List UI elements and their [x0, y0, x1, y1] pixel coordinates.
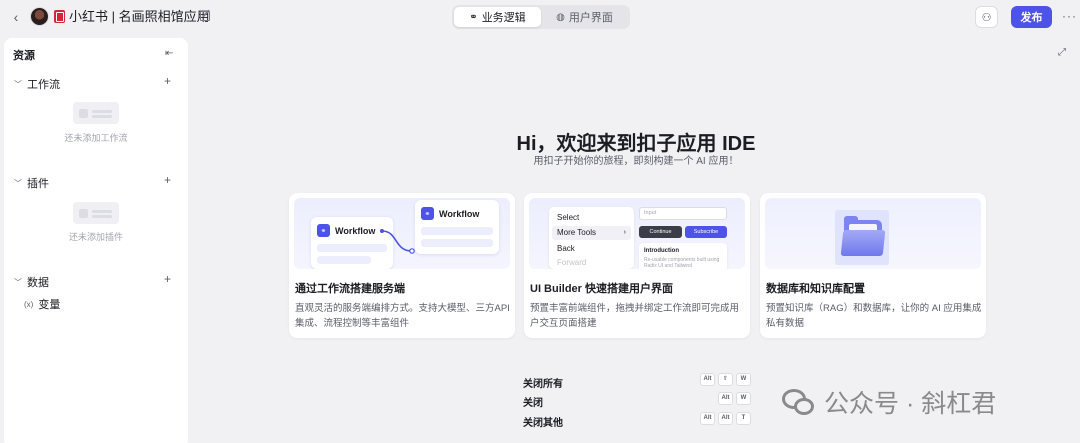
workflow-preview: ⚭ Workflow ⚭ Workflow — [294, 198, 510, 269]
key-cap: Alt — [718, 412, 733, 425]
continue-button-mock: Continue — [639, 226, 682, 238]
shortcut-label: 关闭 — [523, 398, 543, 409]
card-database-knowledge[interactable]: 数据库和知识库配置 预置知识库（RAG）和数据库，让你的 AI 应用集成私有数据 — [760, 193, 986, 338]
shortcut-label: 关闭其他 — [523, 418, 563, 429]
main-canvas: ⤢ Hi，欢迎来到扣子应用 IDE 用扣子开始你的旅程，即刻构建一个 AI 应用… — [192, 38, 1080, 443]
more-icon[interactable]: ··· — [1062, 9, 1077, 23]
empty-state-illustration — [73, 102, 119, 124]
card-title: UI Builder 快速搭建用户界面 — [530, 283, 674, 295]
watermark-text: 公众号 · 斜杠君 — [824, 390, 997, 418]
menu-mock: Select More Tools › Back Forward — [549, 207, 634, 269]
empty-state-text: 还未添加插件 — [68, 232, 123, 242]
app-avatar — [30, 7, 49, 26]
card-description: 直观灵活的服务端编排方式。支持大模型、三方API集成、流程控制等丰富组件 — [295, 303, 510, 329]
card-title: 数据库和知识库配置 — [766, 283, 865, 295]
menu-item: More Tools › — [552, 226, 631, 240]
menu-item: Back — [557, 244, 575, 253]
key-cap: Alt — [700, 412, 715, 425]
subscribe-button-mock: Subscribe — [685, 226, 727, 238]
database-preview — [765, 198, 981, 269]
variable-icon: (x) — [24, 299, 34, 309]
tab-label: 用户界面 — [568, 12, 613, 24]
menu-item-label: More Tools — [557, 228, 596, 237]
wechat-icon — [782, 387, 816, 417]
intro-title: Introduction — [644, 248, 679, 254]
add-data-button[interactable]: + — [164, 272, 171, 286]
sidebar-group-workflow[interactable]: ﹀ 工作流 — [14, 76, 60, 92]
shortcut-close-others: 关闭其他 Alt Alt T — [523, 412, 753, 430]
add-workflow-button[interactable]: + — [164, 74, 171, 88]
group-label: 数据 — [27, 277, 49, 289]
workflow-icon: ⚭ — [317, 224, 330, 237]
users-icon: ⚇ — [981, 11, 992, 24]
tab-label: 业务逻辑 — [481, 12, 526, 24]
palette-icon: ◍ — [556, 11, 565, 23]
hero-subtitle: 用扣子开始你的旅程，即刻构建一个 AI 应用！ — [533, 156, 739, 167]
back-arrow-icon[interactable]: ‹ — [9, 9, 23, 25]
edit-icon[interactable] — [200, 11, 210, 21]
key-cap: W — [736, 373, 751, 386]
shortcut-close: 关闭 Alt W — [523, 392, 753, 410]
collapse-sidebar-icon[interactable]: ⇤ — [165, 48, 173, 59]
input-mock: Input — [639, 207, 727, 220]
top-bar: ‹ 小红书 | 名画照相馆应用 ⚭ 业务逻辑 ◍ 用户界面 ⚇ 发布 ··· — [0, 0, 1080, 35]
tab-business-logic[interactable]: ⚭ 业务逻辑 — [454, 7, 541, 27]
sidebar-group-data[interactable]: ﹀ 数据 — [14, 274, 49, 290]
card-description: 预置丰富前端组件，拖拽并绑定工作流即可完成用户交互页面搭建 — [530, 303, 740, 329]
chevron-down-icon: ﹀ — [14, 79, 22, 89]
watermark: 公众号 · 斜杠君 — [782, 384, 996, 420]
menu-item: Select — [557, 213, 580, 222]
group-label: 工作流 — [27, 79, 60, 91]
sidebar-group-plugins[interactable]: ﹀ 插件 — [14, 175, 49, 191]
sidebar-title: 资源 — [13, 50, 35, 62]
empty-state-text: 还未添加工作流 — [64, 133, 128, 143]
ui-builder-preview: Select More Tools › Back Forward Input Co… — [529, 198, 745, 269]
key-cap: W — [736, 392, 751, 405]
card-workflow[interactable]: ⚭ Workflow ⚭ Workflow 通过工作流搭建服务端 直观灵活的服务… — [289, 193, 515, 338]
card-ui-builder[interactable]: Select More Tools › Back Forward Input Co… — [524, 193, 750, 338]
card-title: 通过工作流搭建服务端 — [295, 283, 405, 295]
shortcut-label: 关闭所有 — [523, 379, 563, 390]
group-label: 插件 — [27, 178, 49, 190]
workflow-icon: ⚭ — [421, 207, 434, 220]
card-description: 预置知识库（RAG）和数据库，让你的 AI 应用集成私有数据 — [766, 303, 982, 329]
intro-description: Re-usable components built using Radix U… — [644, 257, 720, 269]
connector-line — [380, 229, 415, 254]
add-plugin-button[interactable]: + — [164, 173, 171, 187]
chevron-down-icon: ﹀ — [14, 277, 22, 287]
chevron-down-icon: ﹀ — [14, 178, 22, 188]
publish-button[interactable]: 发布 — [1011, 6, 1052, 28]
node-label: Workflow — [439, 208, 480, 219]
workflow-icon: ⚭ — [469, 11, 478, 23]
view-switcher: ⚭ 业务逻辑 ◍ 用户界面 — [452, 5, 630, 29]
node-label: Workflow — [335, 225, 376, 236]
sidebar-item-variables[interactable]: (x) 变量 — [24, 296, 60, 312]
key-cap: ⇧ — [718, 373, 733, 386]
collaborators-button[interactable]: ⚇ — [975, 6, 998, 28]
sidebar-item-label: 变量 — [38, 299, 61, 311]
book-icon — [54, 10, 65, 23]
key-cap: Alt — [700, 373, 715, 386]
key-cap: Alt — [718, 392, 733, 405]
app-title: 小红书 | 名画照相馆应用 — [69, 9, 210, 24]
menu-item: Forward — [557, 258, 587, 267]
empty-state-illustration — [73, 202, 119, 224]
resources-sidebar: 资源 ⇤ ﹀ 工作流 + 还未添加工作流 ﹀ 插件 + 还未添加插件 ﹀ 数据 … — [4, 38, 188, 443]
intro-card-mock: Introduction Re-usable components built … — [639, 243, 727, 269]
shortcut-close-all: 关闭所有 Alt ⇧ W — [523, 373, 753, 391]
key-cap: T — [736, 412, 751, 425]
expand-icon[interactable]: ⤢ — [1058, 47, 1066, 58]
workflow-node: ⚭ Workflow — [415, 200, 499, 254]
tab-user-interface[interactable]: ◍ 用户界面 — [541, 7, 628, 27]
